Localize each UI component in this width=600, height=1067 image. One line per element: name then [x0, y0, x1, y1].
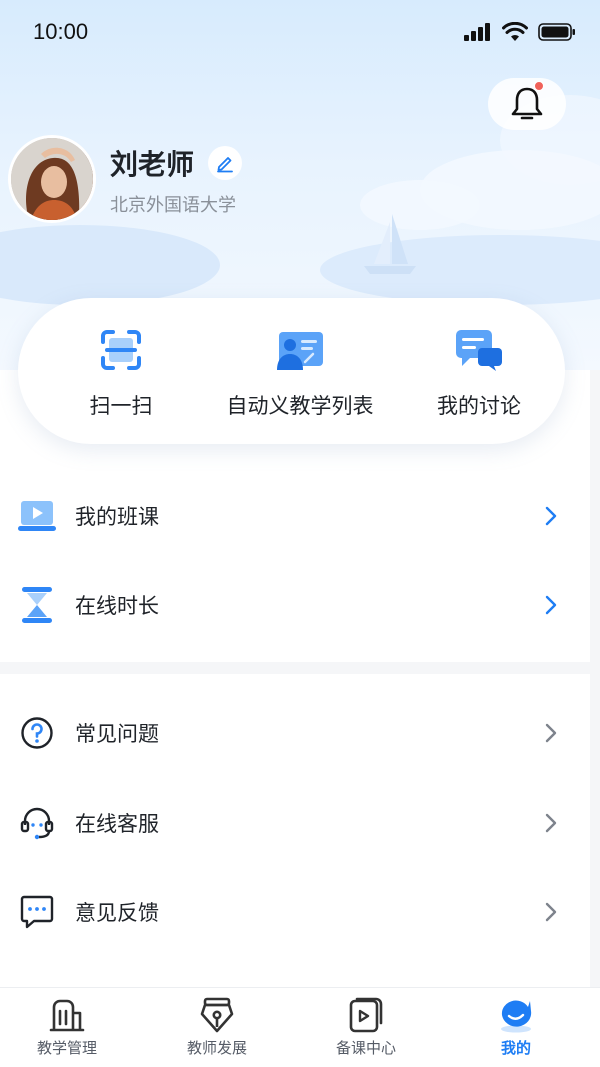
tab-label: 教学管理 — [36, 1039, 97, 1057]
tab-label: 教师发展 — [186, 1039, 247, 1057]
chevron-right-icon — [545, 595, 557, 615]
battery-icon — [538, 23, 575, 41]
menu-item-label: 在线客服 — [75, 812, 159, 836]
quick-action-discussion[interactable]: 我的讨论 — [424, 298, 534, 444]
feedback-icon — [18, 893, 56, 931]
notification-button[interactable] — [488, 78, 566, 130]
edit-profile-button[interactable] — [208, 146, 242, 180]
avatar[interactable] — [8, 135, 96, 223]
chevron-right-icon — [545, 506, 557, 526]
quick-action-label: 自动义教学列表 — [226, 394, 374, 418]
avatar-illustration — [11, 138, 93, 220]
tab-me[interactable]: 我的 — [456, 988, 576, 1067]
menu-item-faq[interactable]: 常见问题 — [0, 688, 590, 778]
pen-nib-icon — [200, 997, 234, 1033]
menu-item-customer-service[interactable]: 在线客服 — [0, 778, 590, 868]
quick-action-teaching-list[interactable]: 自动义教学列表 — [214, 298, 386, 444]
quick-action-label: 我的讨论 — [437, 394, 521, 418]
tab-label: 备课中心 — [335, 1039, 396, 1057]
tab-teaching-management[interactable]: 教学管理 — [7, 988, 127, 1067]
chevron-right-icon — [545, 723, 557, 743]
question-icon — [18, 714, 56, 752]
quick-action-label: 扫一扫 — [89, 394, 153, 418]
pencil-icon — [217, 157, 233, 173]
status-time: 10:00 — [33, 19, 89, 44]
menu-item-my-classes[interactable]: 我的班课 — [0, 471, 590, 561]
tab-lesson-prep-center[interactable]: 备课中心 — [306, 988, 426, 1067]
menu-item-online-time[interactable]: 在线时长 — [0, 560, 590, 650]
unread-badge — [534, 81, 544, 91]
menu-item-label: 意见反馈 — [75, 901, 159, 925]
quick-actions-card: 扫一扫 自动义教学列表 我的讨论 — [18, 298, 565, 444]
teaching-list-icon — [277, 332, 323, 370]
menu-item-feedback[interactable]: 意见反馈 — [0, 867, 590, 957]
wifi-icon — [502, 22, 528, 41]
class-video-icon — [18, 497, 56, 535]
menu-item-label: 我的班课 — [75, 505, 159, 529]
tab-label: 我的 — [500, 1039, 531, 1057]
play-doc-icon — [349, 997, 383, 1033]
page-edge — [590, 370, 600, 990]
building-icon — [49, 999, 85, 1032]
bottom-tab-bar: 教学管理 教师发展 备课中心 我的 — [0, 987, 600, 1067]
chevron-right-icon — [545, 813, 557, 833]
profile-school: 北京外国语大学 — [110, 195, 236, 216]
status-bar: 10:00 — [0, 0, 600, 66]
chevron-right-icon — [545, 902, 557, 922]
profile-face-icon — [501, 1000, 532, 1033]
scan-icon — [101, 330, 141, 370]
hourglass-icon — [18, 586, 56, 624]
profile-name: 刘老师 — [110, 148, 195, 181]
discussion-icon — [456, 330, 502, 371]
sailboat-illustration — [364, 214, 416, 274]
section-divider — [0, 662, 590, 674]
menu-item-label: 常见问题 — [75, 722, 159, 746]
quick-action-scan[interactable]: 扫一扫 — [66, 298, 176, 444]
menu-item-label: 在线时长 — [75, 594, 159, 618]
signal-icon — [464, 23, 490, 41]
headset-icon — [18, 804, 56, 842]
tab-teacher-development[interactable]: 教师发展 — [157, 988, 277, 1067]
